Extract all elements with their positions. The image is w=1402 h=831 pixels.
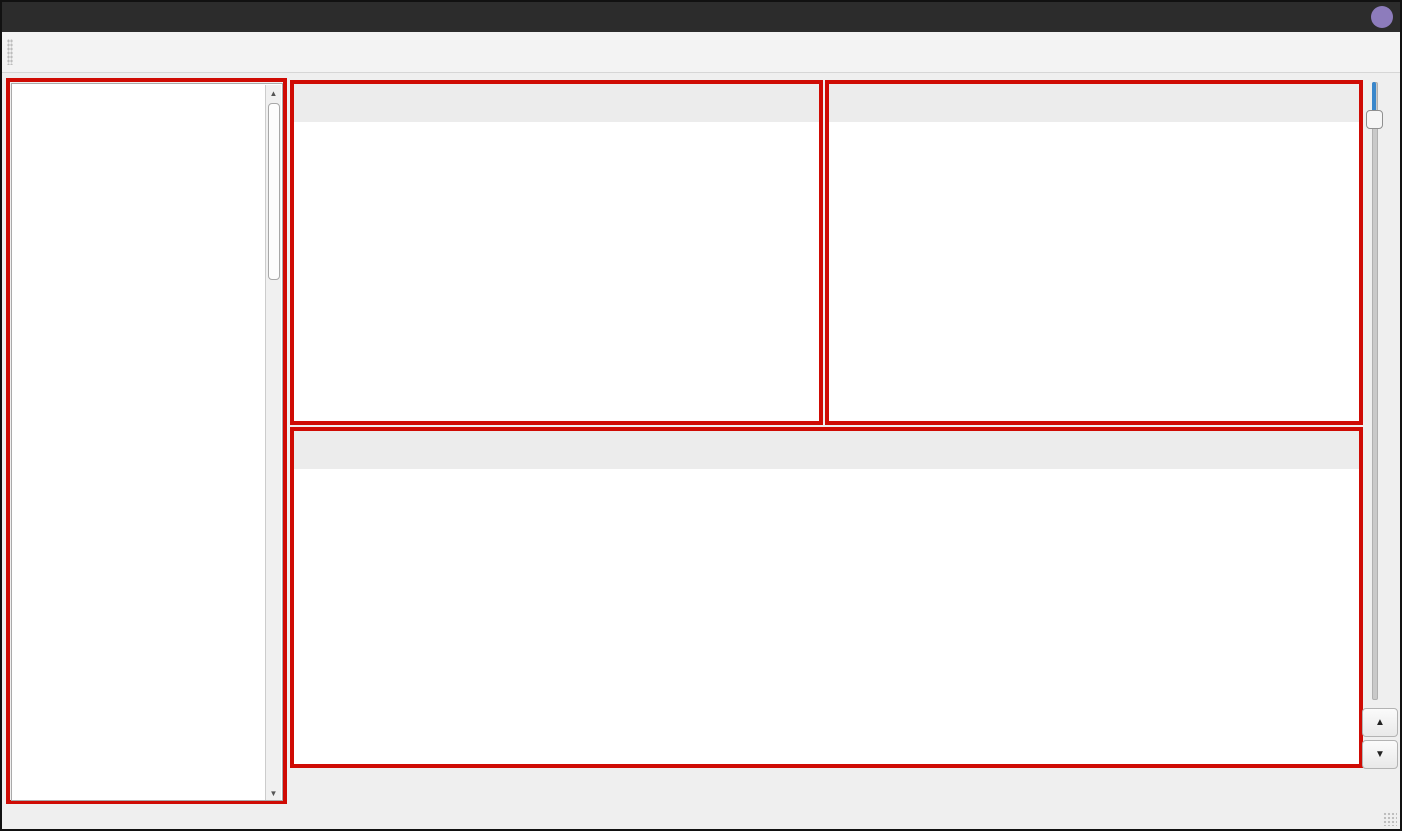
plan-view-plot[interactable] [294,122,819,421]
plan-view-panel [290,80,823,425]
longitudinal-profile-panel [825,80,1363,425]
resize-grip[interactable] [1383,812,1397,826]
cross-section-plot[interactable] [294,469,1359,764]
down-triangle-icon: ▼ [1375,749,1385,760]
scroll-down-icon[interactable]: ▼ [266,785,281,800]
close-icon[interactable] [1371,6,1393,28]
previous-profile-button[interactable]: ▲ [1362,708,1398,737]
titlebar [2,2,1400,32]
cross-section-table: ▲ ▼ [11,83,283,801]
plan-view-toolbar [294,84,819,123]
scroll-up-icon[interactable]: ▲ [266,85,281,101]
slider-handle[interactable] [1366,110,1383,129]
longitudinal-profile-plot[interactable] [829,122,1359,421]
app-toolbar [2,32,1400,73]
up-triangle-icon: ▲ [1375,717,1385,728]
cross-section-table-panel: ▲ ▼ [6,78,287,804]
cross-section-plot-panel [290,427,1363,768]
next-profile-button[interactable]: ▼ [1362,740,1398,769]
scrollbar-handle[interactable] [268,103,280,280]
slider-track[interactable] [1372,82,1378,700]
geometry-reach-edit-window: ▲ ▼ ▲ ▼ [0,0,1402,831]
longitudinal-profile-toolbar [829,84,1359,123]
profile-position-slider[interactable] [1366,82,1383,700]
cross-section-toolbar [294,431,1359,470]
toolbar-grip[interactable] [7,39,13,65]
table-scrollbar[interactable]: ▲ ▼ [265,85,281,800]
